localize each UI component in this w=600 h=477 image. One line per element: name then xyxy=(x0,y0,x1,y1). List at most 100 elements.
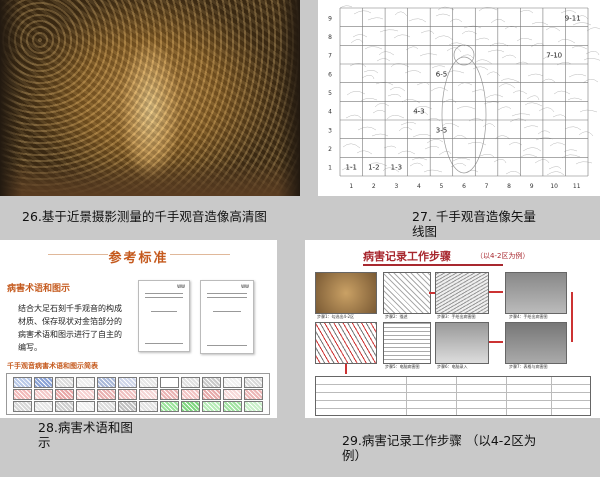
caption-vector-line1: 27. 千手观音造像矢量 xyxy=(412,209,536,224)
arrow-right-icon xyxy=(489,341,503,343)
sketch-stroke xyxy=(556,62,572,66)
step-thumb-6 xyxy=(383,322,431,364)
damage-swatch xyxy=(34,389,53,400)
sketch-stroke xyxy=(520,154,538,158)
damage-swatch xyxy=(181,389,200,400)
sketch-stroke xyxy=(546,171,565,176)
sketch-stroke xyxy=(526,95,540,101)
row-label: 6 xyxy=(328,71,332,78)
row-label: 5 xyxy=(328,90,332,97)
sketch-stroke xyxy=(549,142,566,147)
sketch-stroke xyxy=(541,78,556,83)
caption-terms-line2: 示 xyxy=(38,435,51,450)
sketch-stroke xyxy=(437,6,455,11)
sketch-stroke xyxy=(519,10,534,14)
damage-swatch xyxy=(244,401,263,412)
sketch-stroke xyxy=(356,150,373,155)
sketch-stroke xyxy=(357,126,377,131)
sketch-stroke xyxy=(427,118,441,122)
sketch-stroke xyxy=(387,94,402,98)
damage-swatch xyxy=(181,377,200,388)
sketch-stroke xyxy=(360,98,378,102)
sketch-stroke xyxy=(575,161,593,165)
step-thumb-8 xyxy=(505,322,567,364)
sketch-stroke xyxy=(408,18,427,23)
sketch-stroke xyxy=(372,110,386,114)
sketch-stroke xyxy=(516,38,533,42)
sketch-stroke xyxy=(435,13,451,17)
sketch-stroke xyxy=(371,133,389,137)
sketch-stroke xyxy=(457,82,473,87)
sketch-stroke xyxy=(400,122,417,126)
damage-swatch xyxy=(244,377,263,388)
reference-subtitle: 病害术语和图示 xyxy=(7,284,71,294)
damage-swatch xyxy=(97,401,116,412)
step-thumb-1 xyxy=(315,272,377,314)
standard-doc-1: WW xyxy=(138,280,190,352)
workflow-slide: 病害记录工作步骤 （以4-2区为例） 步骤1：勾选出4-2区 步骤2：描述 步骤… xyxy=(305,240,600,418)
sketch-stroke xyxy=(389,87,406,92)
sketch-stroke xyxy=(378,51,395,56)
sketch-stroke xyxy=(553,90,571,95)
reference-body: 结合大足石刻千手观音的构成材质、保存现状对金箔部分的病害术语和图示进行了自主的编… xyxy=(18,304,122,352)
sketch-stroke xyxy=(534,159,550,164)
step-caption-1: 步骤1：勾选出4-2区 xyxy=(317,314,355,319)
damage-swatch xyxy=(139,389,158,400)
sketch-stroke xyxy=(527,73,544,77)
sketch-stroke xyxy=(548,166,562,170)
damage-swatch xyxy=(76,389,95,400)
caption-vector-line2: 线图 xyxy=(412,224,438,239)
damage-swatch xyxy=(202,377,221,388)
damage-swatch xyxy=(76,401,95,412)
row-label: 4 xyxy=(328,109,332,116)
col-label: 7 xyxy=(485,183,489,190)
sketch-stroke xyxy=(545,27,561,32)
arrow-down-icon xyxy=(571,292,573,342)
step-thumb-3 xyxy=(435,272,489,314)
sketch-stroke xyxy=(342,143,361,149)
caption-photo: 26.基于近景摄影测量的千手观音造像高清图 xyxy=(22,209,267,224)
row-label: 3 xyxy=(328,127,332,134)
sketch-stroke xyxy=(563,149,578,153)
row-label: 2 xyxy=(328,146,332,153)
sketch-stroke xyxy=(583,58,600,61)
sketch-stroke xyxy=(505,171,522,176)
sketch-stroke xyxy=(452,158,471,162)
sketch-stroke xyxy=(567,97,583,101)
doc-logo: WW xyxy=(241,284,249,289)
sketch-stroke xyxy=(482,123,496,128)
col-label: 9 xyxy=(530,183,534,190)
damage-swatch xyxy=(181,401,200,412)
sketch-stroke xyxy=(493,159,507,164)
sketch-stroke xyxy=(523,125,539,129)
step-thumb-7 xyxy=(435,322,489,364)
sketch-stroke xyxy=(394,11,408,17)
sketch-stroke xyxy=(578,131,594,137)
step-caption-3: 步骤3：手绘出病害图 xyxy=(437,314,476,319)
sketch-stroke xyxy=(419,53,438,57)
col-label: 1 xyxy=(349,183,353,190)
step-caption-2: 步骤2：描述 xyxy=(385,314,408,319)
sketch-stroke xyxy=(383,145,397,149)
col-label: 6 xyxy=(462,183,466,190)
sketch-stroke xyxy=(352,34,368,38)
reference-title: 参考标准 xyxy=(108,251,169,266)
damage-swatch xyxy=(97,389,116,400)
sketch-stroke xyxy=(350,39,364,44)
sketch-stroke xyxy=(475,37,490,41)
step-caption-5: 步骤5：电脑病害图 xyxy=(385,364,420,369)
arrow-right-icon xyxy=(429,292,435,294)
arrow-right-icon xyxy=(489,291,503,293)
damage-swatch xyxy=(160,377,179,388)
workflow-title-underline xyxy=(363,264,503,266)
sketch-stroke xyxy=(497,106,512,111)
sketch-stroke xyxy=(376,58,391,62)
standard-doc-2: WW xyxy=(200,280,254,354)
sketch-stroke xyxy=(423,169,443,173)
damage-swatch xyxy=(13,389,32,400)
sketch-stroke xyxy=(431,65,446,69)
sketch-stroke xyxy=(552,114,567,119)
sketch-stroke xyxy=(424,146,440,150)
damage-swatch xyxy=(118,401,137,412)
damage-swatch xyxy=(34,401,53,412)
